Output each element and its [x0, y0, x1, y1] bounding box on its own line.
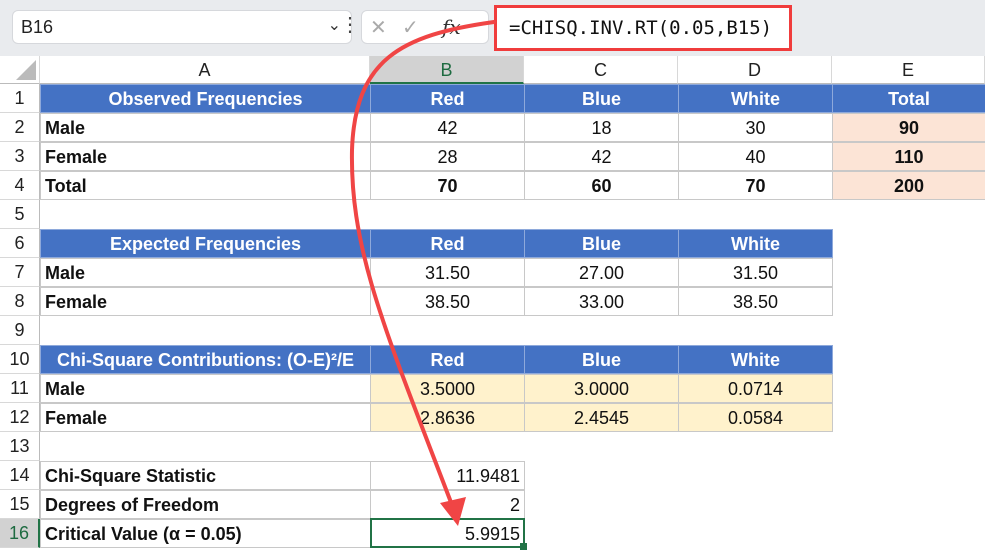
cell-e2[interactable]: 90 [832, 113, 985, 142]
cell-d1[interactable]: White [678, 84, 833, 113]
cell-b16[interactable]: 5.9915 [370, 519, 525, 548]
cell-b12[interactable]: 2.8636 [370, 403, 525, 432]
formula-input[interactable]: =CHISQ.INV.RT(0.05,B15) [494, 5, 792, 51]
confirm-icon[interactable]: ✓ [402, 15, 419, 40]
cell-b14[interactable]: 11.9481 [370, 461, 525, 490]
cell-a6[interactable]: Expected Frequencies [40, 229, 371, 258]
chevron-down-icon[interactable]: ⌄ [328, 15, 341, 35]
row-header-12[interactable]: 12 [0, 403, 40, 432]
formula-bar: B16 ⌄ ⋮ ✕ ✓ fx =CHISQ.INV.RT(0.05,B15) [0, 0, 985, 56]
row-header-10[interactable]: 10 [0, 345, 40, 374]
cell-b7[interactable]: 31.50 [370, 258, 525, 287]
row-header-6[interactable]: 6 [0, 229, 40, 258]
row-header-4[interactable]: 4 [0, 171, 40, 200]
cancel-icon[interactable]: ✕ [370, 15, 387, 40]
cell-e1[interactable]: Total [832, 84, 985, 113]
cell-c11[interactable]: 3.0000 [524, 374, 679, 403]
cell-a1[interactable]: Observed Frequencies [40, 84, 371, 113]
row-header-14[interactable]: 14 [0, 461, 40, 490]
cell-b3[interactable]: 28 [370, 142, 525, 171]
cell-a8[interactable]: Female [40, 287, 371, 316]
cell-c4[interactable]: 60 [524, 171, 679, 200]
more-options-icon[interactable]: ⋮ [340, 12, 360, 37]
cell-b6[interactable]: Red [370, 229, 525, 258]
cell-c8[interactable]: 33.00 [524, 287, 679, 316]
column-header-a[interactable]: A [40, 56, 370, 84]
name-box-value: B16 [21, 17, 54, 37]
cell-a11[interactable]: Male [40, 374, 371, 403]
cell-c1[interactable]: Blue [524, 84, 679, 113]
cell-b10[interactable]: Red [370, 345, 525, 374]
cell-a4[interactable]: Total [40, 171, 371, 200]
select-all-corner[interactable] [0, 56, 40, 84]
formula-controls: ✕ ✓ fx [361, 10, 489, 44]
cell-d4[interactable]: 70 [678, 171, 833, 200]
cell-a3[interactable]: Female [40, 142, 371, 171]
cell-e3[interactable]: 110 [832, 142, 985, 171]
cell-d8[interactable]: 38.50 [678, 287, 833, 316]
column-header-d[interactable]: D [678, 56, 832, 84]
column-header-c[interactable]: C [524, 56, 678, 84]
insert-function-icon[interactable]: fx [442, 15, 461, 39]
row-header-2[interactable]: 2 [0, 113, 40, 142]
cell-b2[interactable]: 42 [370, 113, 525, 142]
cell-c12[interactable]: 2.4545 [524, 403, 679, 432]
row-header-8[interactable]: 8 [0, 287, 40, 316]
cell-d7[interactable]: 31.50 [678, 258, 833, 287]
name-box[interactable]: B16 ⌄ [12, 10, 352, 44]
cell-c10[interactable]: Blue [524, 345, 679, 374]
row-header-16[interactable]: 16 [0, 519, 40, 548]
cell-a14[interactable]: Chi-Square Statistic [40, 461, 371, 490]
cell-b4[interactable]: 70 [370, 171, 525, 200]
row-header-7[interactable]: 7 [0, 258, 40, 287]
cell-d12[interactable]: 0.0584 [678, 403, 833, 432]
cell-a16[interactable]: Critical Value (α = 0.05) [40, 519, 371, 548]
row-header-9[interactable]: 9 [0, 316, 40, 345]
fill-handle[interactable] [520, 543, 527, 550]
cell-d2[interactable]: 30 [678, 113, 833, 142]
cell-c6[interactable]: Blue [524, 229, 679, 258]
row-header-1[interactable]: 1 [0, 84, 40, 113]
column-header-e[interactable]: E [832, 56, 985, 84]
cell-b8[interactable]: 38.50 [370, 287, 525, 316]
cell-b11[interactable]: 3.5000 [370, 374, 525, 403]
cell-d10[interactable]: White [678, 345, 833, 374]
row-header-15[interactable]: 15 [0, 490, 40, 519]
cell-d6[interactable]: White [678, 229, 833, 258]
cell-a2[interactable]: Male [40, 113, 371, 142]
cell-b1[interactable]: Red [370, 84, 525, 113]
cell-d3[interactable]: 40 [678, 142, 833, 171]
cell-b15[interactable]: 2 [370, 490, 525, 519]
cell-c2[interactable]: 18 [524, 113, 679, 142]
cell-d11[interactable]: 0.0714 [678, 374, 833, 403]
column-header-b[interactable]: B [370, 56, 524, 84]
row-header-13[interactable]: 13 [0, 432, 40, 461]
row-header-3[interactable]: 3 [0, 142, 40, 171]
cell-e4[interactable]: 200 [832, 171, 985, 200]
cell-c3[interactable]: 42 [524, 142, 679, 171]
row-header-5[interactable]: 5 [0, 200, 40, 229]
cell-c7[interactable]: 27.00 [524, 258, 679, 287]
cell-a7[interactable]: Male [40, 258, 371, 287]
cell-a15[interactable]: Degrees of Freedom [40, 490, 371, 519]
cell-a12[interactable]: Female [40, 403, 371, 432]
cell-a10[interactable]: Chi-Square Contributions: (O-E)²/E [40, 345, 371, 374]
row-header-11[interactable]: 11 [0, 374, 40, 403]
